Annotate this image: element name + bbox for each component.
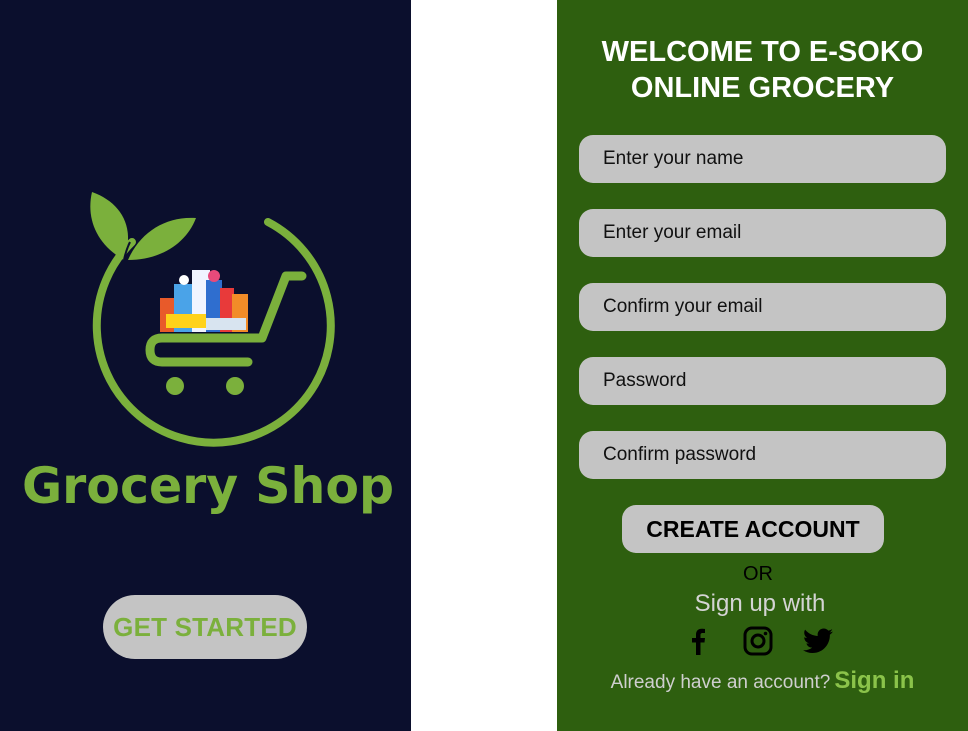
- email-field[interactable]: [579, 209, 946, 257]
- confirm-email-field[interactable]: [579, 283, 946, 331]
- get-started-button[interactable]: GET STARTED: [103, 595, 307, 659]
- splash-screen: Grocery Shop GET STARTED: [0, 0, 411, 731]
- or-divider: OR: [743, 563, 773, 585]
- app-root: Grocery Shop GET STARTED WELCOME TO E-SO…: [0, 0, 968, 731]
- signup-screen: WELCOME TO E-SOKO ONLINE GROCERY CREATE …: [557, 0, 968, 731]
- twitter-icon[interactable]: [802, 625, 834, 657]
- password-field[interactable]: [579, 357, 946, 405]
- logo-text: Grocery Shop: [22, 457, 394, 515]
- sign-in-prompt: Already have an account? Sign in: [557, 667, 968, 695]
- create-account-button[interactable]: CREATE ACCOUNT: [622, 505, 884, 553]
- sign-up-with-label: Sign up with: [694, 590, 826, 617]
- confirm-password-field[interactable]: [579, 431, 946, 479]
- grocery-shop-logo: Grocery Shop: [0, 180, 411, 530]
- instagram-icon[interactable]: [742, 625, 774, 657]
- welcome-title-line-1: WELCOME TO E-SOKO: [601, 36, 924, 68]
- sign-in-link[interactable]: Sign in: [834, 667, 914, 694]
- name-field[interactable]: [579, 135, 946, 183]
- welcome-title-line-2: ONLINE GROCERY: [630, 72, 895, 104]
- facebook-icon[interactable]: [682, 625, 714, 657]
- already-have-account-text: Already have an account?: [610, 672, 831, 693]
- welcome-title: WELCOME TO E-SOKO ONLINE GROCERY: [557, 34, 968, 106]
